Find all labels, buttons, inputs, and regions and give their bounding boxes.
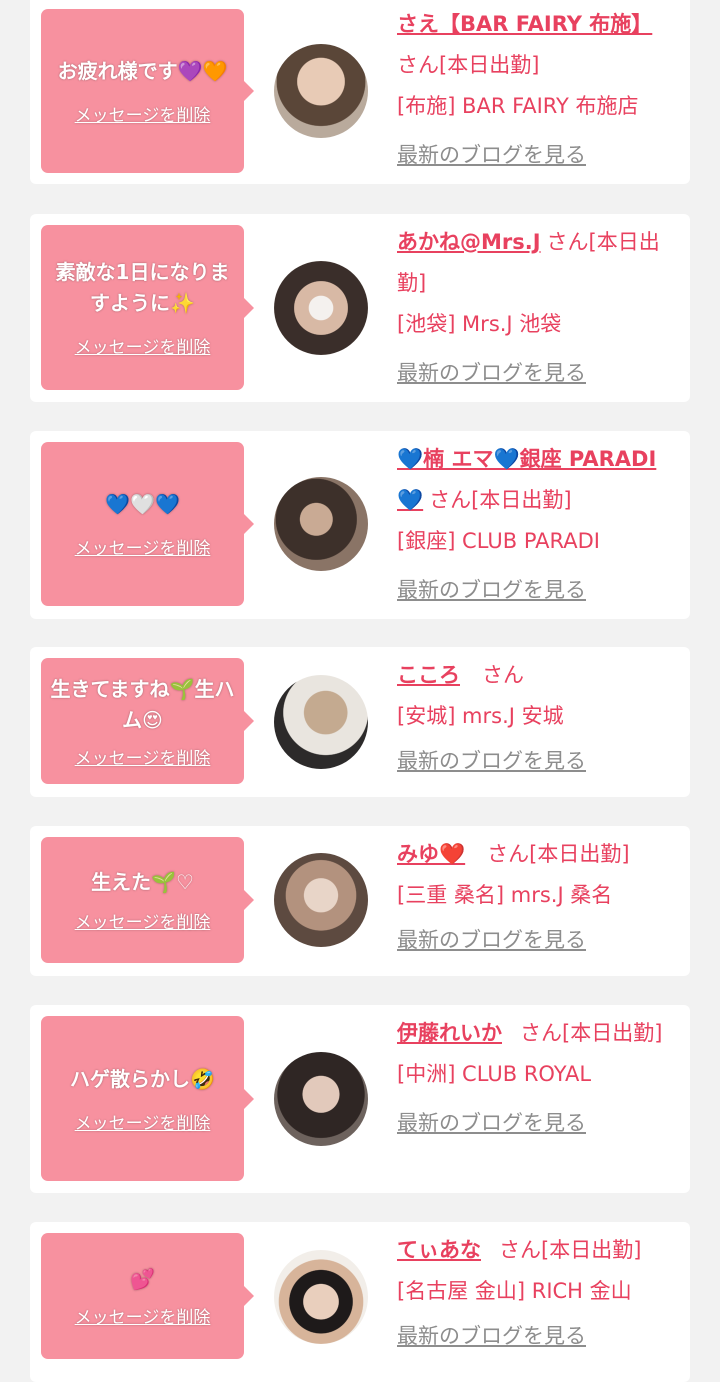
message-bubble: 生きてますね🌱生ハム😍 メッセージを削除 xyxy=(41,658,254,784)
cast-info: さえ【BAR FAIRY 布施】 さん[本日出勤] [布施] BAR FAIRY… xyxy=(397,4,682,176)
cast-info: みゆ❤️ さん[本日出勤] [三重 桑名] mrs.J 桑名 最新のブログを見る xyxy=(397,834,682,961)
avatar[interactable] xyxy=(274,1250,368,1344)
message-bubble: 素敵な1日になりますように✨ メッセージを削除 xyxy=(41,225,254,390)
status-text: さん[本日出勤] xyxy=(520,1021,663,1045)
message-text: 素敵な1日になりますように✨ xyxy=(55,260,230,315)
cast-info: こころ さん [安城] mrs.J 安城 最新のブログを見る xyxy=(397,655,682,782)
cast-info: 💙楠 エマ💙銀座 PARADI💙 さん[本日出勤] [銀座] CLUB PARAD… xyxy=(397,439,682,611)
message-bubble: お疲れ様です💜🧡 メッセージを削除 xyxy=(41,9,254,173)
message-card: 💕 メッセージを削除 てぃあな さん[本日出勤] [名古屋 金山] RICH 金山… xyxy=(30,1222,690,1382)
shop-text: [中洲] CLUB ROYAL xyxy=(397,1062,592,1086)
cast-name-link[interactable]: みゆ❤️ xyxy=(397,842,465,866)
message-card: 素敵な1日になりますように✨ メッセージを削除 あかね@Mrs.J さん[本日出勤… xyxy=(30,214,690,402)
avatar[interactable] xyxy=(274,675,368,769)
message-text: 生えた🌱♡ xyxy=(91,870,194,894)
blog-link[interactable]: 最新のブログを見る xyxy=(397,920,682,961)
delete-message-link[interactable]: メッセージを削除 xyxy=(75,1109,211,1134)
message-card: ハゲ散らかし🤣 メッセージを削除 伊藤れいか さん[本日出勤] [中洲] CLUB… xyxy=(30,1005,690,1193)
status-text: さん[本日出勤] xyxy=(429,488,572,512)
cast-name-link[interactable]: てぃあな xyxy=(397,1238,481,1262)
delete-message-link[interactable]: メッセージを削除 xyxy=(75,534,211,559)
cast-name-link[interactable]: あかね@Mrs.J xyxy=(397,230,541,254)
shop-text: [名古屋 金山] RICH 金山 xyxy=(397,1279,632,1303)
status-text: さん xyxy=(482,663,524,687)
avatar[interactable] xyxy=(274,261,368,355)
status-text: さん[本日出勤] xyxy=(397,53,540,77)
status-text: さん[本日出勤] xyxy=(499,1238,642,1262)
cast-info: 伊藤れいか さん[本日出勤] [中洲] CLUB ROYAL 最新のブログを見る xyxy=(397,1013,682,1144)
cast-info: あかね@Mrs.J さん[本日出勤] [池袋] Mrs.J 池袋 最新のブログを見… xyxy=(397,222,682,394)
cast-name-link[interactable]: こころ xyxy=(397,663,460,687)
message-text: ハゲ散らかし🤣 xyxy=(70,1066,215,1091)
message-text: 💙🤍💙 xyxy=(105,492,180,516)
message-bubble: ハゲ散らかし🤣 メッセージを削除 xyxy=(41,1016,254,1181)
message-card: 💙🤍💙 メッセージを削除 💙楠 エマ💙銀座 PARADI💙 さん[本日出勤] [銀… xyxy=(30,431,690,619)
delete-message-link[interactable]: メッセージを削除 xyxy=(75,101,211,126)
message-card: 生えた🌱♡ メッセージを削除 みゆ❤️ さん[本日出勤] [三重 桑名] mrs.… xyxy=(30,826,690,976)
blog-link[interactable]: 最新のブログを見る xyxy=(397,1103,682,1144)
message-text: 💕 xyxy=(130,1267,155,1291)
shop-text: [三重 桑名] mrs.J 桑名 xyxy=(397,883,613,907)
message-text: 生きてますね🌱生ハム😍 xyxy=(50,676,235,732)
blog-link[interactable]: 最新のブログを見る xyxy=(397,353,682,394)
blog-link[interactable]: 最新のブログを見る xyxy=(397,741,682,782)
message-card: 生きてますね🌱生ハム😍 メッセージを削除 こころ さん [安城] mrs.J 安城… xyxy=(30,647,690,797)
blog-link[interactable]: 最新のブログを見る xyxy=(397,1316,682,1357)
delete-message-link[interactable]: メッセージを削除 xyxy=(75,908,211,933)
message-card: お疲れ様です💜🧡 メッセージを削除 さえ【BAR FAIRY 布施】 さん[本日… xyxy=(30,0,690,184)
shop-text: [安城] mrs.J 安城 xyxy=(397,704,564,728)
delete-message-link[interactable]: メッセージを削除 xyxy=(75,1303,211,1328)
status-text: さん[本日出勤] xyxy=(487,842,630,866)
cast-info: てぃあな さん[本日出勤] [名古屋 金山] RICH 金山 最新のブログを見る xyxy=(397,1230,682,1357)
avatar[interactable] xyxy=(274,44,368,138)
avatar[interactable] xyxy=(274,853,368,947)
delete-message-link[interactable]: メッセージを削除 xyxy=(75,744,211,769)
shop-text: [布施] BAR FAIRY 布施店 xyxy=(397,94,639,118)
message-bubble: 💕 メッセージを削除 xyxy=(41,1233,254,1359)
shop-text: [銀座] CLUB PARADI xyxy=(397,529,600,553)
message-bubble: 生えた🌱♡ メッセージを削除 xyxy=(41,837,254,963)
cast-name-link[interactable]: さえ【BAR FAIRY 布施】 xyxy=(397,12,652,36)
avatar[interactable] xyxy=(274,1052,368,1146)
cast-name-link[interactable]: 伊藤れいか xyxy=(397,1021,502,1045)
blog-link[interactable]: 最新のブログを見る xyxy=(397,135,682,176)
shop-text: [池袋] Mrs.J 池袋 xyxy=(397,312,562,336)
message-text: お疲れ様です💜🧡 xyxy=(57,59,228,83)
blog-link[interactable]: 最新のブログを見る xyxy=(397,570,682,611)
avatar[interactable] xyxy=(274,477,368,571)
message-bubble: 💙🤍💙 メッセージを削除 xyxy=(41,442,254,606)
delete-message-link[interactable]: メッセージを削除 xyxy=(75,333,211,358)
